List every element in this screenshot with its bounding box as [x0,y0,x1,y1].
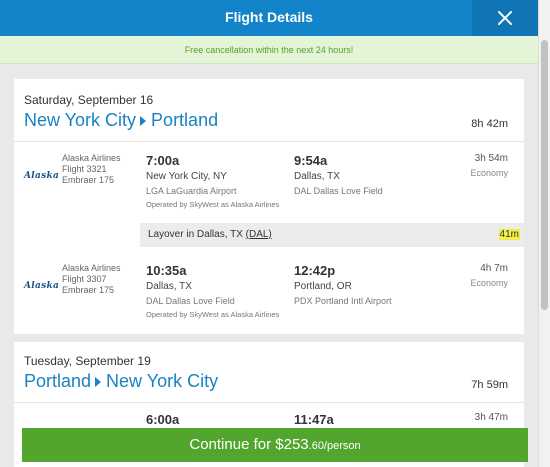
departure-info: 10:35a Dallas, TX DAL Dallas Love Field [146,263,235,306]
flight-leg: Alaska Alaska Airlines Flight 3307 Embra… [14,263,524,333]
continue-label: Continue for $253 [189,436,309,453]
flight-number: Flight 3307 [62,274,107,284]
cabin-class: Economy [470,168,508,178]
divider [14,402,524,403]
outbound-date: Saturday, September 16 [24,93,154,107]
departure-time: 10:35a [146,263,187,278]
page-title: Flight Details [225,9,313,25]
leg-summary: 4h 7m Economy [470,263,508,288]
cancellation-notice: Free cancellation within the next 24 hou… [0,36,538,64]
continue-price-cents: .60/person [308,440,361,452]
leg-summary: 3h 54m Economy [470,153,508,178]
departure-city: New York City, NY [146,171,227,182]
return-origin: Portland [24,371,92,391]
aircraft-type: Embraer 175 [62,175,115,185]
arrival-city: Portland, OR [294,281,352,292]
layover-airport-code: (DAL) [245,229,272,240]
outbound-trip-card: Saturday, September 16 New York City Por… [14,79,524,334]
departure-info: 7:00a New York City, NY LGA LaGuardia Ai… [146,153,237,196]
arrival-airport: DAL Dallas Love Field [294,186,383,196]
flight-number: Flight 3321 [62,164,107,174]
layover-duration: 41m [498,229,520,240]
departure-airport: LGA LaGuardia Airport [146,186,237,196]
outbound-origin: New York City [24,110,137,130]
return-date: Tuesday, September 19 [24,354,151,368]
scrollbar[interactable] [538,0,550,467]
aircraft-type: Embraer 175 [62,285,115,295]
leg-duration: 3h 47m [474,412,508,423]
leg-duration: 4h 7m [480,263,508,274]
close-icon [498,11,512,25]
leg-duration: 3h 54m [474,153,508,164]
route-arrow-icon [140,115,147,126]
flight-leg: Alaska Alaska Airlines Flight 3321 Embra… [14,153,524,223]
airline-name: Alaska Airlines [62,153,121,163]
departure-time: 7:00a [146,153,180,168]
operated-by: Operated by SkyWest as Alaska Airlines [146,310,280,319]
header-bar: Flight Details [0,0,538,36]
arrival-airport: PDX Portland Intl Airport [294,296,392,306]
return-route-title: Portland New York City [24,371,218,392]
arrival-time: 12:42p [294,263,336,278]
operated-by: Operated by SkyWest as Alaska Airlines [146,200,280,209]
alaska-airlines-logo: Alaska [24,171,60,181]
airline-info: Alaska Airlines Flight 3307 Embraer 175 [62,263,121,296]
scrollbar-thumb[interactable] [541,40,548,310]
divider [14,141,524,142]
alaska-airlines-logo: Alaska [24,281,60,291]
cabin-class: Economy [470,278,508,288]
layover-city: Layover in Dallas, TX [148,229,243,240]
route-arrow-icon [95,376,102,387]
outbound-route-title: New York City Portland [24,110,218,131]
arrival-time: 11:47a [294,412,334,427]
arrival-info: 11:47a [294,412,334,427]
departure-time: 6:00a [146,412,180,427]
leg-summary: 3h 47m [475,412,508,423]
airline-name: Alaska Airlines [62,263,121,273]
arrival-city: Dallas, TX [294,171,340,182]
outbound-total-duration: 8h 42m [471,118,508,130]
departure-city: Dallas, TX [146,281,192,292]
continue-button[interactable]: Continue for $253.60/person [22,428,528,462]
outbound-destination: Portland [151,110,219,130]
layover-label: Layover in Dallas, TX (DAL) [148,229,272,240]
departure-info: 6:00a [146,412,179,427]
return-total-duration: 7h 59m [471,379,508,391]
arrival-time: 9:54a [294,153,328,168]
arrival-info: 9:54a Dallas, TX DAL Dallas Love Field [294,153,383,196]
arrival-info: 12:42p Portland, OR PDX Portland Intl Ai… [294,263,392,306]
close-button[interactable] [472,0,538,36]
departure-airport: DAL Dallas Love Field [146,296,235,306]
return-destination: New York City [106,371,219,391]
airline-info: Alaska Airlines Flight 3321 Embraer 175 [62,153,121,186]
layover-bar: Layover in Dallas, TX (DAL) 41m [140,223,524,247]
